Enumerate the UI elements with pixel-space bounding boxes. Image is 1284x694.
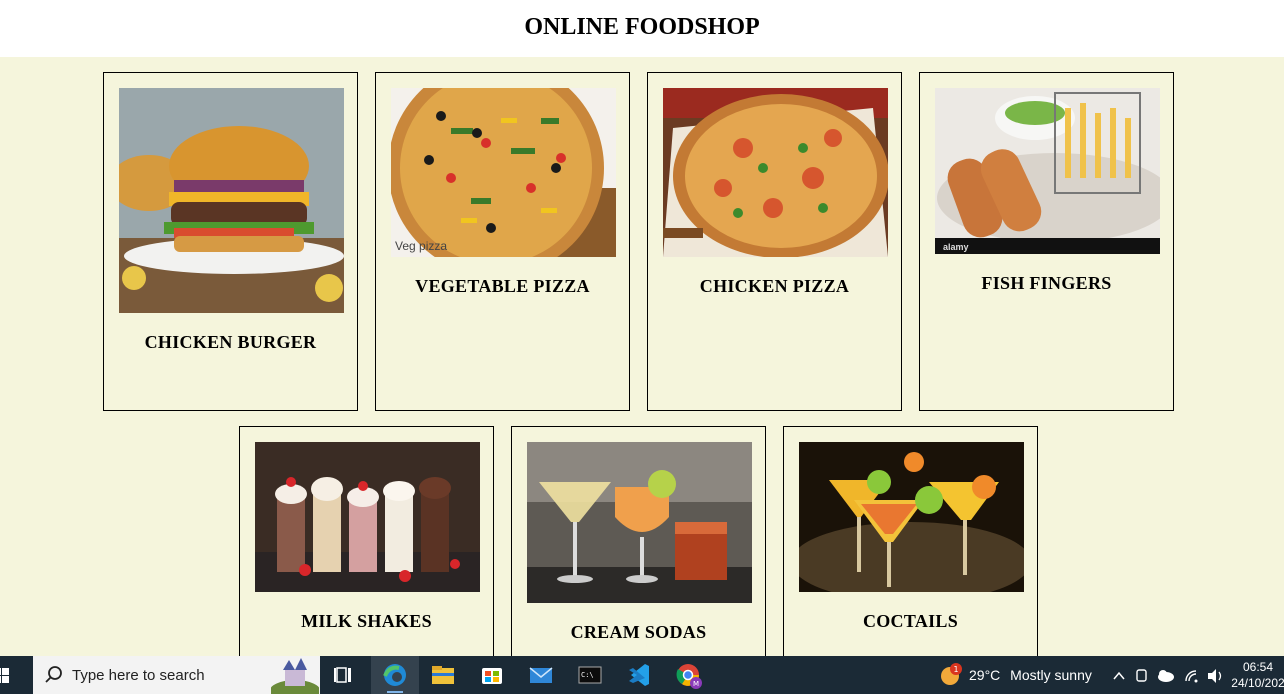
page-title: ONLINE FOODSHOP [524, 14, 760, 40]
system-tray[interactable] [1110, 656, 1228, 694]
product-card-chicken-pizza[interactable]: CHICKEN PIZZA [647, 72, 902, 411]
taskbar-weather-widget[interactable]: 1 29°C Mostly sunny [938, 656, 1092, 694]
onedrive-cloud-icon [1158, 670, 1174, 682]
taskbar-search-box[interactable]: Type here to search [33, 656, 320, 694]
cream-sodas-image[interactable] [527, 442, 752, 603]
product-card-vegetable-pizza[interactable]: Veg pizza VEGETABLE PIZZA [375, 72, 630, 411]
store-icon [482, 668, 502, 684]
vscode-icon [629, 664, 649, 686]
taskbar-chrome-button[interactable]: M [664, 656, 712, 694]
image-caption: Veg pizza [395, 239, 448, 253]
product-name[interactable]: VEGETABLE PIZZA [376, 276, 629, 297]
chevron-up-icon [1113, 671, 1125, 680]
folder-icon [432, 666, 454, 684]
taskbar-mail-button[interactable] [517, 656, 565, 694]
task-view-icon [334, 667, 351, 683]
task-view-button[interactable] [320, 656, 368, 694]
product-name[interactable]: CREAM SODAS [512, 622, 765, 643]
product-card-cream-sodas[interactable]: CREAM SODAS [511, 426, 766, 666]
taskbar-edge-button[interactable] [371, 656, 419, 694]
wifi-icon [1185, 670, 1198, 683]
start-button[interactable] [0, 656, 32, 694]
mail-icon [529, 667, 553, 683]
windows-logo-icon [0, 668, 9, 683]
windows-taskbar: Type here to search C:\ M 1 29°C Mostly … [0, 656, 1284, 694]
taskbar-vscode-button[interactable] [615, 656, 663, 694]
edge-icon [383, 664, 406, 686]
product-name[interactable]: CHICKEN PIZZA [648, 276, 901, 297]
sun-cloud-icon: 1 [941, 663, 962, 685]
taskbar-store-button[interactable] [468, 656, 516, 694]
taskbar-file-explorer-button[interactable] [419, 656, 467, 694]
volume-icon [1208, 669, 1222, 683]
search-icon [45, 666, 62, 683]
taskbar-terminal-button[interactable]: C:\ [566, 656, 614, 694]
vegetable-pizza-image[interactable]: Veg pizza [391, 88, 616, 257]
weather-condition[interactable]: Mostly sunny [1010, 667, 1092, 683]
chrome-icon: M [676, 664, 702, 689]
product-name[interactable]: MILK SHAKES [240, 611, 493, 632]
image-watermark: alamy [943, 242, 969, 252]
product-name[interactable]: FISH FINGERS [920, 273, 1173, 294]
svg-text:1: 1 [954, 665, 959, 674]
product-name[interactable]: CHICKEN BURGER [104, 332, 357, 353]
search-highlight-castle-icon [271, 658, 319, 694]
chicken-pizza-image[interactable] [663, 88, 888, 257]
svg-text:C:\: C:\ [581, 671, 594, 679]
search-placeholder[interactable]: Type here to search [72, 667, 205, 684]
weather-text[interactable]: 29°C Mostly sunny [969, 667, 1092, 683]
product-card-chicken-burger[interactable]: CHICKEN BURGER [103, 72, 358, 411]
product-card-coctails[interactable]: COCTAILS [783, 426, 1038, 666]
clock-time[interactable]: 06:54 [1230, 659, 1284, 675]
meet-now-icon [1136, 669, 1147, 682]
milk-shakes-image[interactable] [255, 442, 480, 592]
clock-date[interactable]: 24/10/202 [1230, 675, 1284, 691]
svg-text:M: M [693, 680, 699, 688]
taskbar-clock[interactable]: 06:54 24/10/202 [1230, 659, 1284, 691]
product-card-fish-fingers[interactable]: alamy FISH FINGERS [919, 72, 1174, 411]
product-card-milk-shakes[interactable]: MILK SHAKES [239, 426, 494, 666]
product-name[interactable]: COCTAILS [784, 611, 1037, 632]
fish-fingers-image[interactable]: alamy [935, 88, 1160, 254]
page-header: ONLINE FOODSHOP [0, 0, 1284, 57]
terminal-icon: C:\ [578, 666, 602, 684]
weather-temp[interactable]: 29°C [969, 667, 1000, 683]
chicken-burger-image[interactable] [119, 88, 344, 313]
coctails-image[interactable] [799, 442, 1024, 592]
